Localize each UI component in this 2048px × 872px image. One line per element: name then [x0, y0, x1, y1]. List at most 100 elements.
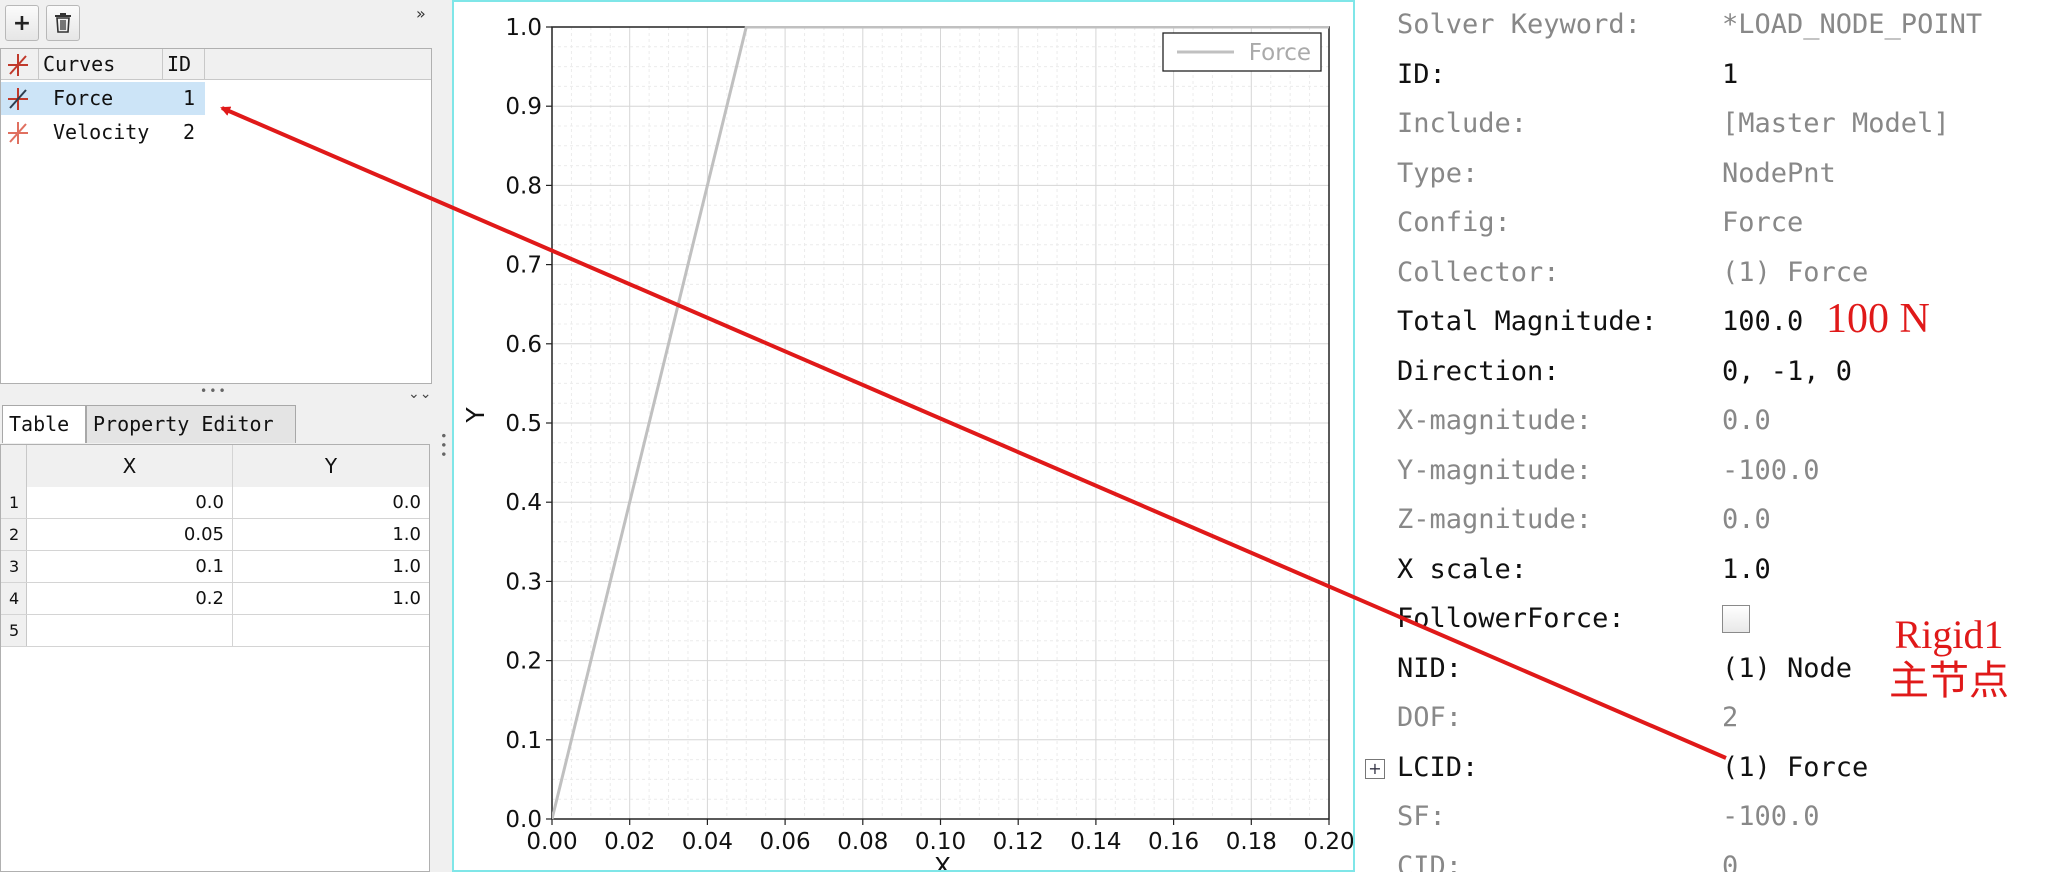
- y-tick-label: 0.7: [505, 253, 542, 279]
- property-value[interactable]: (1) Force: [1722, 744, 1868, 792]
- property-label: Type:: [1397, 157, 1479, 189]
- property-row[interactable]: X-magnitude: 0.0: [1355, 397, 2048, 445]
- table-header: X Y: [1, 445, 429, 487]
- x-cell[interactable]: 0.0: [27, 487, 233, 518]
- property-value[interactable]: 0, -1, 0: [1722, 348, 1852, 396]
- property-value[interactable]: 100.0: [1722, 298, 1803, 346]
- row-number[interactable]: 3: [1, 551, 27, 582]
- property-value[interactable]: -100.0: [1722, 447, 1820, 495]
- property-value[interactable]: [Master Model]: [1722, 100, 1950, 148]
- curve-icon: [8, 122, 28, 144]
- curve-id: 2: [183, 120, 196, 144]
- collapse-panel-icon[interactable]: »: [416, 4, 426, 23]
- tab-table[interactable]: Table: [2, 405, 86, 443]
- node-annotation-line2: 主节点: [1889, 658, 2009, 703]
- property-row[interactable]: Direction: 0, -1, 0: [1355, 348, 2048, 396]
- property-row[interactable]: Total Magnitude: 100.0: [1355, 298, 2048, 346]
- curve-chart[interactable]: 0.00 0.02 0.04 0.06 0.08 0.10 0.12 0.14 0.16 0.18…: [454, 2, 1353, 870]
- x-cell[interactable]: 0.1: [27, 551, 233, 582]
- y-cell[interactable]: 1.0: [233, 583, 429, 614]
- row-number[interactable]: 1: [1, 487, 27, 518]
- property-row[interactable]: Collector: (1) Force: [1355, 249, 2048, 297]
- x-tick-label: 0.08: [837, 829, 888, 855]
- property-row[interactable]: SF: -100.0: [1355, 793, 2048, 841]
- property-value[interactable]: (1) Node: [1722, 645, 1852, 693]
- row-number[interactable]: 2: [1, 519, 27, 550]
- property-label: Z-magnitude:: [1397, 504, 1593, 535]
- property-row[interactable]: X scale: 1.0: [1355, 546, 2048, 594]
- property-value[interactable]: -100.0: [1722, 793, 1820, 841]
- y-cell[interactable]: 1.0: [233, 551, 429, 582]
- property-row[interactable]: Solver Keyword: *LOAD_NODE_POINT: [1355, 1, 2048, 49]
- table-row: 4 0.2 1.0: [1, 583, 429, 615]
- curve-list: Curves ID Force 1 Velocity 2: [0, 48, 432, 384]
- row-number[interactable]: 5: [1, 615, 27, 646]
- chevron-down-icon[interactable]: ⌄⌄: [408, 386, 431, 402]
- property-panel: Solver Keyword: *LOAD_NODE_POINT ID: 1 Inclu…: [1355, 0, 2048, 872]
- property-row[interactable]: Config: Force: [1355, 199, 2048, 247]
- property-value[interactable]: 1.0: [1722, 546, 1771, 594]
- add-curve-button[interactable]: +: [5, 5, 39, 41]
- property-row[interactable]: Y-magnitude: -100.0: [1355, 447, 2048, 495]
- follower-force-checkbox[interactable]: [1722, 605, 1750, 633]
- property-label: Solver Keyword:: [1397, 9, 1641, 40]
- y-column-header[interactable]: Y: [233, 445, 429, 487]
- property-value[interactable]: Force: [1722, 199, 1803, 247]
- property-row[interactable]: ID: 1: [1355, 51, 2048, 99]
- property-row[interactable]: + LCID: (1) Force: [1355, 744, 2048, 792]
- y-cell[interactable]: 0.0: [233, 487, 429, 518]
- property-label: Direction:: [1397, 355, 1560, 387]
- property-label: SF:: [1397, 801, 1446, 832]
- property-row[interactable]: Z-magnitude: 0.0: [1355, 496, 2048, 544]
- y-cell[interactable]: [233, 615, 429, 646]
- property-value[interactable]: 0.0: [1722, 496, 1771, 544]
- property-row[interactable]: Type: NodePnt: [1355, 150, 2048, 198]
- magnitude-annotation: 100 N: [1826, 296, 1930, 342]
- property-value[interactable]: 2: [1722, 694, 1738, 742]
- expand-plus-icon[interactable]: +: [1365, 758, 1385, 779]
- y-tick-label: 0.9: [505, 94, 542, 120]
- y-cell[interactable]: 1.0: [233, 519, 429, 550]
- row-number[interactable]: 4: [1, 583, 27, 614]
- curve-row-velocity[interactable]: Velocity 2: [1, 116, 205, 149]
- curve-name: Velocity: [53, 120, 150, 144]
- corner-cell[interactable]: [1, 445, 27, 487]
- curves-column-header[interactable]: Curves: [39, 49, 163, 80]
- x-cell[interactable]: 0.05: [27, 519, 233, 550]
- x-tick-label: 0.12: [993, 829, 1044, 855]
- property-label: FollowerForce:: [1397, 603, 1625, 634]
- tab-property-editor[interactable]: Property Editor: [86, 405, 296, 443]
- x-column-header[interactable]: X: [27, 445, 233, 487]
- y-tick-label: 0.1: [505, 728, 542, 754]
- property-row[interactable]: CID: 0: [1355, 843, 2048, 872]
- trash-icon: [55, 13, 71, 33]
- curves-toolbar: + »: [0, 0, 432, 46]
- property-label: CID:: [1397, 850, 1463, 872]
- x-cell[interactable]: 0.2: [27, 583, 233, 614]
- y-tick-label: 0.4: [505, 490, 542, 516]
- id-column-header[interactable]: ID: [163, 49, 205, 80]
- y-tick-label: 0.0: [505, 807, 542, 833]
- property-value[interactable]: 0: [1722, 843, 1738, 872]
- property-value[interactable]: NodePnt: [1722, 150, 1836, 198]
- curve-plot-area[interactable]: 0.00 0.02 0.04 0.06 0.08 0.10 0.12 0.14 0.16 0.18…: [452, 0, 1355, 872]
- x-cell[interactable]: [27, 615, 233, 646]
- y-axis-label: Y: [461, 407, 490, 424]
- node-annotation: Rigid1 主节点: [1889, 612, 2009, 704]
- curve-points-table: X Y 1 0.0 0.0 2 0.05 1.0 3 0.1 1.0 4 0.2…: [0, 444, 430, 872]
- curve-type-header[interactable]: [1, 49, 39, 80]
- property-value[interactable]: 1: [1722, 51, 1738, 99]
- curve-row-force[interactable]: Force 1: [1, 82, 205, 115]
- property-value[interactable]: 0.0: [1722, 397, 1771, 445]
- property-row[interactable]: Include: [Master Model]: [1355, 100, 2048, 148]
- property-value[interactable]: (1) Force: [1722, 249, 1868, 297]
- property-label: Collector:: [1397, 256, 1560, 288]
- horizontal-splitter-handle[interactable]: •••: [200, 384, 228, 398]
- property-label: ID:: [1397, 58, 1446, 90]
- vertical-splitter-handle[interactable]: •••: [436, 432, 450, 460]
- x-tick-label: 0.18: [1226, 829, 1277, 855]
- property-label: Include:: [1397, 108, 1528, 139]
- property-value[interactable]: *LOAD_NODE_POINT: [1722, 1, 1982, 49]
- delete-curve-button[interactable]: [46, 5, 80, 41]
- curve-id: 1: [183, 86, 196, 110]
